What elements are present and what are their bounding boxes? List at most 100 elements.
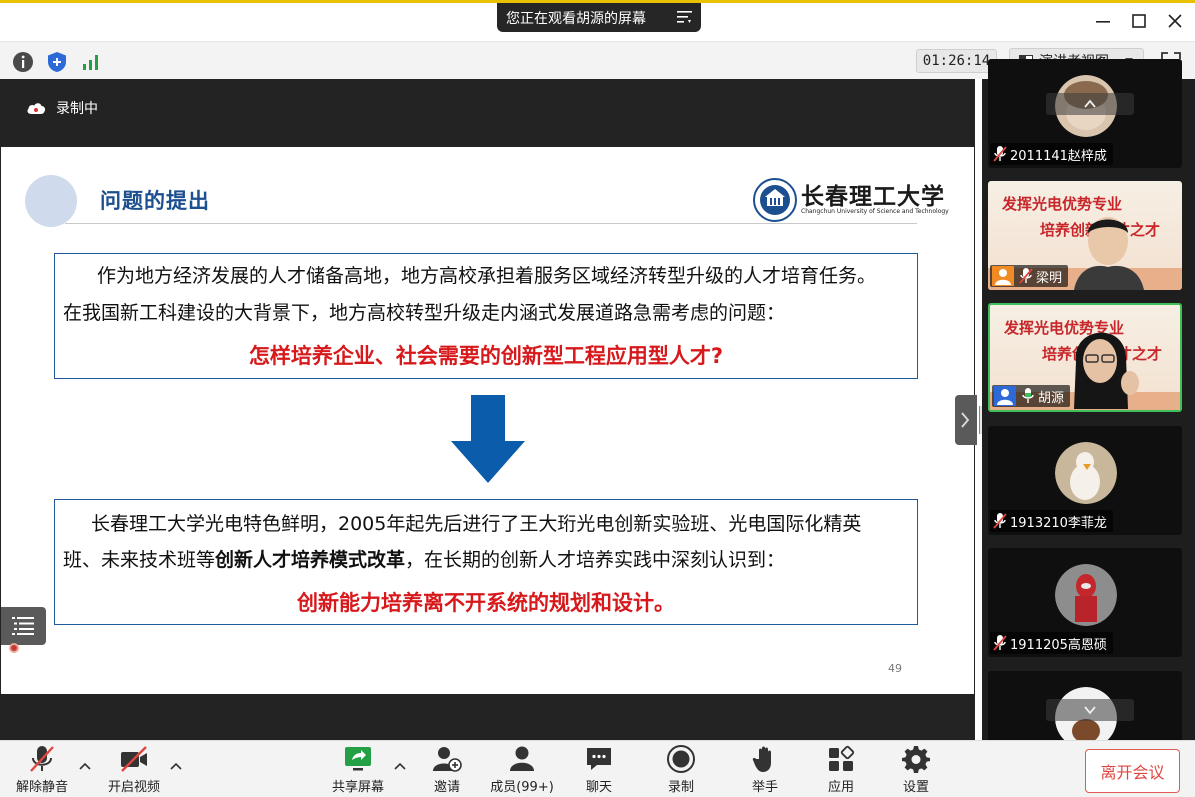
participant-name: 梁明 — [1036, 270, 1063, 286]
video-tile[interactable]: 发挥光电优势专业 培养创新人才之才 — [988, 181, 1182, 290]
problem-box: 作为地方经济发展的人才储备高地，地方高校承担着服务区域经济转型升级的人才培育任务… — [54, 253, 918, 379]
shared-screen-area: 录制中 问题的提出 长春理工大学 Changchun University of… — [0, 79, 975, 740]
raise-hand-label: 举手 — [751, 780, 778, 795]
user-avatar-icon — [994, 386, 1016, 406]
scroll-up-button[interactable] — [1046, 93, 1134, 115]
record-icon — [667, 745, 695, 773]
mic-active-icon — [1022, 388, 1034, 403]
chevron-right-icon — [961, 412, 970, 428]
list-icon — [12, 617, 34, 635]
practice-line-2-bold: 创新人才培养模式改革 — [215, 549, 406, 571]
scroll-down-button[interactable] — [1046, 699, 1134, 721]
participant-name: 胡源 — [1038, 390, 1065, 406]
raise-hand-icon — [752, 746, 771, 772]
shield-icon[interactable] — [46, 51, 68, 73]
gear-icon — [902, 746, 930, 773]
video-tile[interactable]: 1911205高恩硕 — [988, 548, 1182, 657]
university-seal-icon — [753, 178, 797, 222]
recording-label: 录制中 — [56, 101, 98, 117]
share-notice-pill[interactable]: 您正在观看胡源的屏幕 — [497, 3, 701, 32]
start-video-label: 开启视频 — [107, 780, 160, 795]
problem-line-2: 在我国新工科建设的大背景下，地方高校转型升级走内涵式发展道路急需考虑的问题： — [63, 302, 786, 324]
mic-muted-icon — [993, 513, 1007, 529]
participant-avatar — [1055, 442, 1117, 504]
title-decoration — [25, 175, 77, 227]
settings-button[interactable]: 设置 — [894, 744, 938, 796]
mic-muted-icon — [1019, 268, 1033, 284]
invite-label: 邀请 — [433, 780, 460, 795]
participant-name-tag: 1911205高恩硕 — [990, 632, 1113, 654]
apps-grid-icon — [829, 745, 855, 771]
collapse-video-panel-button[interactable] — [955, 395, 977, 445]
settings-label: 设置 — [902, 780, 929, 795]
university-logo-subtext: Changchun University of Science and Tech… — [801, 208, 949, 215]
close-icon[interactable] — [1166, 12, 1184, 30]
mic-muted-icon — [993, 635, 1007, 651]
participant-video — [1074, 217, 1144, 290]
share-screen-label: 共享屏幕 — [331, 780, 384, 795]
chat-button[interactable]: 聊天 — [577, 744, 621, 796]
down-arrow-icon — [451, 395, 525, 483]
record-button[interactable]: 录制 — [659, 744, 703, 796]
video-panel: 2011141赵梓成 发挥光电优势专业 培养创新人才之才 — [982, 59, 1195, 780]
share-screen-icon — [345, 747, 371, 771]
members-button[interactable]: 成员(99+) — [490, 744, 554, 796]
unmute-button[interactable]: 解除静音 — [14, 744, 70, 796]
video-options-chevron-icon[interactable] — [170, 761, 182, 771]
unmute-label: 解除静音 — [15, 780, 68, 795]
leave-meeting-button[interactable]: 离开会议 — [1085, 749, 1180, 793]
slide-outline-button[interactable] — [1, 607, 46, 645]
participant-name-tag: 梁明 — [990, 265, 1069, 287]
apps-label: 应用 — [827, 780, 854, 795]
slide-page-number: 49 — [888, 662, 902, 675]
info-icon[interactable] — [12, 51, 34, 73]
raise-hand-button[interactable]: 举手 — [743, 744, 787, 796]
practice-box: 长春理工大学光电特色鲜明，2005年起先后进行了王大珩光电创新实验班、光电国际化… — [54, 499, 918, 625]
user-avatar-icon — [992, 266, 1014, 286]
invite-button[interactable]: 邀请 — [425, 744, 469, 796]
start-video-button[interactable]: 开启视频 — [106, 744, 162, 796]
participant-name-tag: 2011141赵梓成 — [990, 143, 1113, 165]
signal-strength-icon[interactable] — [80, 51, 102, 73]
video-tile[interactable]: 1913210李菲龙 — [988, 426, 1182, 535]
participant-video — [1074, 332, 1139, 409]
presentation-slide: 问题的提出 长春理工大学 Changchun University of Sci… — [1, 147, 974, 694]
share-screen-button[interactable]: 共享屏幕 — [330, 744, 386, 796]
minimize-icon[interactable] — [1094, 12, 1112, 30]
share-notice-text: 您正在观看胡源的屏幕 — [506, 10, 646, 27]
participant-name-tag: 胡源 — [992, 385, 1071, 407]
university-logo-text: 长春理工大学 — [801, 183, 945, 210]
problem-emphasis: 怎样培养企业、社会需要的创新型工程应用型人才? — [248, 344, 724, 368]
members-icon — [510, 746, 534, 771]
video-tile-active-speaker[interactable]: 发挥光电优势专业 培养创新人才之才 — [988, 303, 1182, 412]
participant-name: 2011141赵梓成 — [1010, 148, 1107, 164]
practice-line-1: 长春理工大学光电特色鲜明，2005年起先后进行了王大珩光电创新实验班、光电国际化… — [91, 513, 862, 535]
mic-muted-icon — [993, 146, 1007, 162]
meeting-timer: 01:26:14 — [916, 49, 997, 73]
maximize-icon[interactable] — [1130, 12, 1148, 30]
apps-button[interactable]: 应用 — [819, 744, 863, 796]
participant-avatar — [1055, 564, 1117, 626]
camera-off-icon — [121, 746, 147, 772]
chat-icon — [587, 748, 611, 770]
practice-line-2a: 班、未来技术班等 — [63, 549, 216, 571]
meeting-toolbar: 解除静音 开启视频 共享屏幕 邀请 成员(99+) 聊天 录制 举手 应用 设置… — [0, 740, 1195, 797]
view-options-icon[interactable] — [677, 10, 692, 24]
audio-options-chevron-icon[interactable] — [79, 761, 91, 771]
problem-line-1: 作为地方经济发展的人才储备高地，地方高校承担着服务区域经济转型升级的人才培育任务… — [97, 265, 877, 287]
members-label: 成员(99+) — [490, 780, 554, 795]
share-options-chevron-icon[interactable] — [394, 761, 406, 771]
practice-line-2: 班、未来技术班等创新人才培养模式改革，在长期的创新人才培养实践中深刻认识到： — [63, 542, 785, 578]
recording-indicator[interactable]: 录制中 — [26, 98, 98, 118]
recording-dot — [9, 643, 19, 653]
meeting-window: 您正在观看胡源的屏幕 01:26:14 录制中 问题的提出 长春理工大学 Cha… — [0, 0, 1195, 797]
chat-label: 聊天 — [585, 780, 612, 795]
participant-name: 1911205高恩硕 — [1010, 637, 1107, 653]
slide-title: 问题的提出 — [100, 189, 210, 213]
participant-name: 1913210李菲龙 — [1010, 515, 1107, 531]
title-divider — [65, 223, 917, 224]
practice-emphasis: 创新能力培养离不开系统的规划和设计。 — [297, 591, 675, 615]
cloud-record-icon — [27, 103, 46, 114]
mic-muted-icon — [30, 746, 54, 772]
record-label: 录制 — [667, 780, 694, 795]
